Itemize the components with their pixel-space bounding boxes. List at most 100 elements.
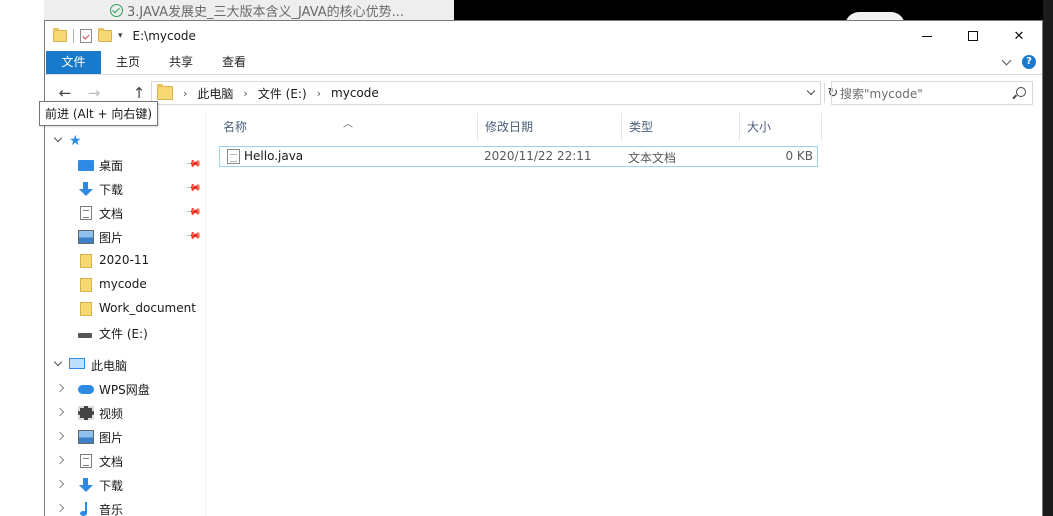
chevron-right-icon[interactable] xyxy=(55,503,65,513)
chevron-down-icon xyxy=(806,86,816,96)
picture-icon xyxy=(78,230,94,244)
chevron-right-icon[interactable] xyxy=(55,479,65,489)
chevron-right-icon[interactable]: › xyxy=(243,87,247,100)
music-icon xyxy=(78,502,94,516)
sidebar-item-label: 图片 xyxy=(99,431,124,445)
minimize-button[interactable] xyxy=(904,21,950,51)
file-list: 名称 ︿ 修改日期 类型 大小 Hello.java 2020/11/22 22… xyxy=(215,113,1035,516)
maximize-button[interactable] xyxy=(950,21,996,51)
sidebar-item-label: 图片 xyxy=(99,231,124,245)
close-button[interactable]: ✕ xyxy=(996,21,1042,51)
sidebar-item-pictures[interactable]: 图片 📌 xyxy=(45,225,205,249)
address-bar[interactable]: › 此电脑 › 文件 (E:) › mycode xyxy=(151,81,821,105)
chevron-right-icon[interactable]: › xyxy=(183,87,187,100)
table-row[interactable]: Hello.java 2020/11/22 22:11 文本文档 0 KB xyxy=(219,146,818,167)
ribbon-tabs: 文件 主页 共享 查看 ? xyxy=(45,51,1042,75)
tab-home[interactable]: 主页 xyxy=(106,51,150,74)
chevron-down-icon[interactable] xyxy=(53,133,63,143)
sidebar-item-music[interactable]: 音乐 xyxy=(45,497,205,516)
search-icon[interactable] xyxy=(1016,87,1026,97)
sidebar-item-quick-access[interactable]: ★ xyxy=(45,129,205,153)
chevron-right-icon[interactable] xyxy=(55,455,65,465)
desktop-icon xyxy=(78,160,94,171)
sidebar-item-wps-cloud[interactable]: WPS网盘 xyxy=(45,377,205,401)
sidebar-item-label: 文件 (E:) xyxy=(99,327,148,341)
sidebar-item-label: 2020-11 xyxy=(99,253,150,267)
sidebar-item-2020-11[interactable]: 2020-11 xyxy=(45,249,205,273)
chevron-right-icon[interactable] xyxy=(55,407,65,417)
column-header-type[interactable]: 类型 xyxy=(621,113,739,141)
picture-icon xyxy=(78,430,94,444)
chevron-right-icon[interactable] xyxy=(55,431,65,441)
pin-icon[interactable]: 📌 xyxy=(185,156,202,173)
file-explorer-window: ▾ E:\mycode ✕ 文件 主页 共享 查看 ? ← → ↑ › 此电脑 … xyxy=(44,20,1043,516)
back-button[interactable]: ← xyxy=(55,83,75,103)
file-modified: 2020/11/22 22:11 xyxy=(484,149,592,163)
search-placeholder: 搜索"mycode" xyxy=(840,86,923,101)
sidebar-item-label: 桌面 xyxy=(99,159,124,173)
navigation-bar: ← → ↑ › 此电脑 › 文件 (E:) › mycode ↻ 搜索"myco… xyxy=(45,79,1042,107)
background-dark-edge xyxy=(1043,0,1053,516)
background-tab-title: 3.JAVA发展史_三大版本含义_JAVA的核心优势... xyxy=(127,4,405,20)
forward-button[interactable]: → xyxy=(84,83,104,103)
download-icon xyxy=(78,478,94,492)
pin-icon[interactable]: 📌 xyxy=(185,228,202,245)
computer-icon xyxy=(69,358,85,369)
sidebar-item-documents-pc[interactable]: 文档 xyxy=(45,449,205,473)
chevron-down-icon[interactable] xyxy=(53,357,63,367)
sidebar-item-documents[interactable]: 文档 📌 xyxy=(45,201,205,225)
expand-ribbon-icon[interactable] xyxy=(1001,55,1012,65)
background-browser-tab[interactable]: 3.JAVA发展史_三大版本含义_JAVA的核心优势... xyxy=(110,2,405,20)
cloud-icon xyxy=(78,385,94,394)
maximize-icon xyxy=(968,31,978,41)
sidebar-item-work-document[interactable]: Work_document xyxy=(45,297,205,321)
properties-icon[interactable] xyxy=(80,29,92,43)
document-icon xyxy=(80,454,92,468)
sidebar-item-downloads[interactable]: 下载 📌 xyxy=(45,177,205,201)
new-folder-icon[interactable] xyxy=(98,28,112,42)
sidebar-item-this-pc[interactable]: 此电脑 xyxy=(45,353,205,377)
customize-toolbar-dropdown-icon[interactable]: ▾ xyxy=(118,31,123,41)
column-header-size[interactable]: 大小 xyxy=(739,113,821,141)
chevron-right-icon[interactable]: › xyxy=(317,87,321,100)
sidebar-item-label: 文档 xyxy=(99,207,124,221)
chevron-right-icon[interactable] xyxy=(55,383,65,393)
tab-share[interactable]: 共享 xyxy=(159,51,203,74)
tab-file[interactable]: 文件 xyxy=(46,51,101,74)
breadcrumb-mycode[interactable]: mycode xyxy=(331,86,379,100)
search-input[interactable]: 搜索"mycode" xyxy=(831,81,1033,105)
address-history-button[interactable] xyxy=(802,82,820,104)
pin-icon[interactable]: 📌 xyxy=(185,180,202,197)
breadcrumb-drive-e[interactable]: 文件 (E:) xyxy=(258,85,307,102)
window-controls: ✕ xyxy=(904,21,1042,51)
column-header-date[interactable]: 修改日期 xyxy=(477,113,621,141)
forward-tooltip: 前进 (Alt + 向右键) xyxy=(39,101,159,126)
sidebar-item-drive-e[interactable]: 文件 (E:) xyxy=(45,321,205,345)
sidebar-item-label: 下载 xyxy=(99,479,124,493)
column-header-name[interactable]: 名称 ︿ xyxy=(215,113,477,141)
sort-ascending-icon: ︿ xyxy=(343,119,353,130)
address-folder-icon xyxy=(157,84,173,100)
sidebar-item-label: 此电脑 xyxy=(91,359,128,373)
folder-icon xyxy=(80,278,92,292)
folder-icon xyxy=(53,28,67,42)
window-title: E:\mycode xyxy=(132,29,196,43)
pin-icon[interactable]: 📌 xyxy=(185,204,202,221)
text-file-icon xyxy=(227,149,240,164)
help-icon[interactable]: ? xyxy=(1022,55,1036,69)
navigation-pane: ★ 桌面 📌 下载 📌 文档 📌 图片 📌 2020-11 mycode Wor… xyxy=(45,113,205,516)
pane-divider[interactable] xyxy=(205,113,206,516)
up-button[interactable]: ↑ xyxy=(129,83,149,103)
sidebar-item-downloads-pc[interactable]: 下载 xyxy=(45,473,205,497)
sidebar-item-desktop[interactable]: 桌面 📌 xyxy=(45,153,205,177)
sidebar-item-label: 音乐 xyxy=(99,503,124,516)
column-resize-handle[interactable] xyxy=(821,113,822,141)
sidebar-item-mycode[interactable]: mycode xyxy=(45,273,205,297)
file-size: 0 KB xyxy=(785,149,813,163)
sidebar-item-label: 视频 xyxy=(99,407,124,421)
tab-view[interactable]: 查看 xyxy=(212,51,256,74)
breadcrumb-this-pc[interactable]: 此电脑 xyxy=(197,85,233,102)
sidebar-item-pictures-pc[interactable]: 图片 xyxy=(45,425,205,449)
sidebar-item-videos[interactable]: 视频 xyxy=(45,401,205,425)
video-icon xyxy=(78,406,94,420)
